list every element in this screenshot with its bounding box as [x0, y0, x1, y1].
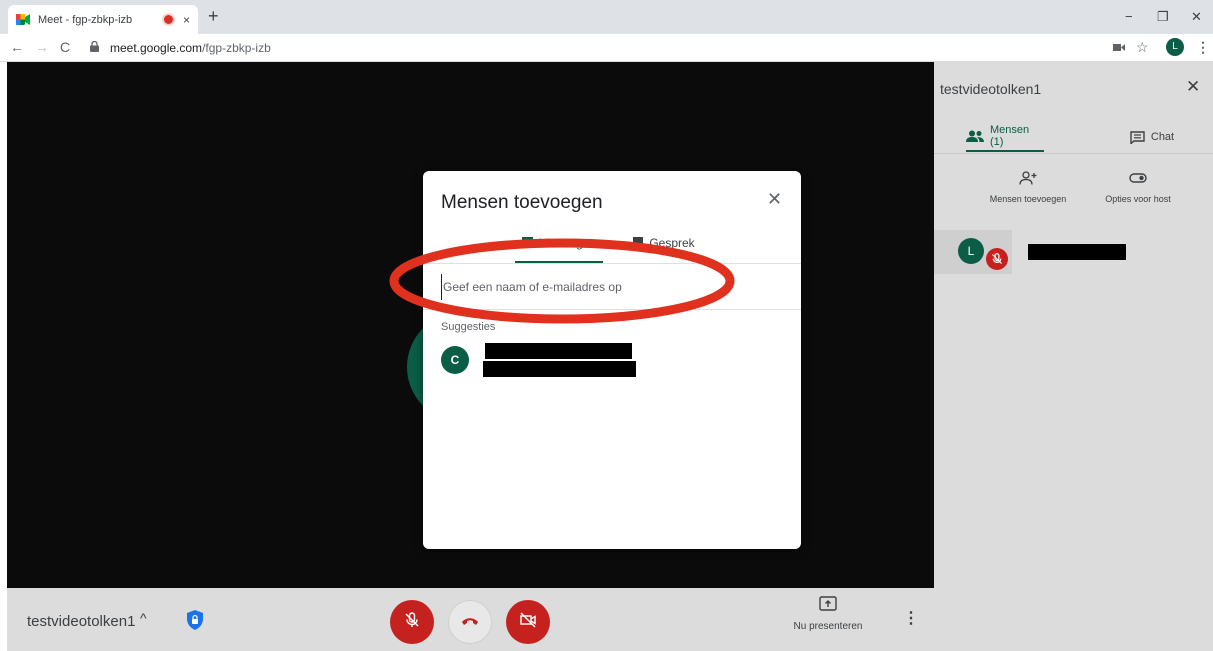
- camera-toggle-button[interactable]: [506, 600, 550, 644]
- suggestions-heading: Suggesties: [441, 321, 496, 333]
- participant-avatar-area: L: [934, 230, 1012, 274]
- microphone-toggle-button[interactable]: [390, 600, 434, 644]
- browser-tab-bar: Meet - fgp-zbkp-izb × + − ❐ ✕: [0, 0, 1213, 34]
- tab-invite[interactable]: Uitnodigen: [515, 235, 603, 263]
- add-person-icon: [988, 168, 1068, 188]
- reload-button[interactable]: C: [60, 39, 70, 55]
- panel-close-button[interactable]: ✕: [1186, 77, 1200, 97]
- kebab-menu-icon[interactable]: ⋮: [1196, 39, 1210, 56]
- people-icon: [966, 130, 984, 142]
- tab-people-label: Mensen (1): [990, 124, 1030, 148]
- tab-people[interactable]: Mensen (1): [966, 122, 1044, 152]
- shield-icon[interactable]: [185, 609, 205, 631]
- dialog-divider: [423, 309, 801, 310]
- tab-call[interactable]: Gesprek: [619, 235, 709, 263]
- mic-muted-icon: [986, 248, 1008, 270]
- person-icon: [521, 237, 533, 249]
- add-people-button[interactable]: Mensen toevoegen: [988, 168, 1068, 204]
- present-now-button[interactable]: Nu presenteren: [784, 596, 872, 646]
- mic-off-icon: [404, 611, 420, 633]
- minimize-button[interactable]: −: [1125, 9, 1133, 24]
- camera-off-icon: [519, 612, 537, 633]
- add-people-label: Mensen toevoegen: [989, 194, 1067, 204]
- chat-icon: [1130, 130, 1145, 144]
- present-now-label: Nu presenteren: [793, 621, 863, 632]
- forward-button[interactable]: →: [35, 39, 49, 55]
- tab-title: Meet - fgp-zbkp-izb: [38, 13, 133, 26]
- side-panel: testvideotolken1 ✕ Mensen (1) Chat Mense…: [934, 62, 1213, 651]
- tab-close-icon[interactable]: ×: [183, 13, 190, 27]
- meeting-details-label[interactable]: testvideotolken1: [27, 613, 135, 630]
- chevron-up-icon[interactable]: ^: [140, 610, 147, 626]
- tab-chat-label: Chat: [1150, 131, 1175, 143]
- url-path: /fgp-zbkp-izb: [202, 41, 271, 55]
- camera-icon[interactable]: [1113, 41, 1125, 55]
- tab-invite-label: Uitnodigen: [538, 235, 597, 250]
- tab-call-label: Gesprek: [649, 235, 695, 250]
- meeting-control-bar: testvideotolken1 ^ Nu presenteren ⋮: [7, 588, 934, 651]
- recording-indicator-icon: [163, 15, 173, 24]
- add-people-dialog: Mensen toevoegen ✕ Uitnodigen Gesprek Su…: [423, 171, 801, 549]
- lock-icon: [90, 40, 102, 55]
- participant-name-redacted: [1028, 244, 1126, 260]
- panel-title: testvideotolken1: [940, 81, 1042, 97]
- participant-avatar: L: [958, 238, 984, 264]
- leave-call-button[interactable]: [448, 600, 492, 644]
- back-button[interactable]: ←: [10, 39, 24, 55]
- toggle-icon: [1098, 168, 1178, 188]
- url-field[interactable]: meet.google.com/fgp-zbkp-izb: [90, 37, 1090, 59]
- address-bar: ← → C meet.google.com/fgp-zbkp-izb ☆ L ⋮: [0, 34, 1213, 62]
- restore-button[interactable]: ❐: [1157, 9, 1169, 25]
- profile-avatar[interactable]: L: [1166, 38, 1184, 56]
- browser-tab[interactable]: Meet - fgp-zbkp-izb ×: [8, 5, 198, 34]
- star-icon[interactable]: ☆: [1136, 39, 1149, 56]
- dialog-divider: [423, 263, 801, 264]
- dialog-close-button[interactable]: ✕: [767, 189, 782, 210]
- host-options-button[interactable]: Opties voor host: [1098, 168, 1178, 204]
- window-close-button[interactable]: ✕: [1191, 9, 1202, 25]
- host-options-label: Opties voor host: [1105, 194, 1171, 204]
- dialog-title: Mensen toevoegen: [441, 192, 603, 213]
- invite-search-input[interactable]: [441, 274, 781, 300]
- present-screen-icon: [819, 596, 837, 616]
- suggestion-name-redacted: [485, 343, 632, 359]
- phone-icon: [633, 237, 644, 249]
- suggestion-avatar: C: [441, 346, 469, 374]
- url-host: meet.google.com: [110, 41, 203, 55]
- panel-divider: [934, 153, 1213, 154]
- suggestion-list-item[interactable]: C: [441, 343, 781, 383]
- suggestion-email-redacted: [483, 361, 636, 377]
- new-tab-button[interactable]: +: [208, 7, 219, 25]
- hang-up-icon: [461, 613, 479, 631]
- more-options-button[interactable]: ⋮: [903, 608, 919, 628]
- participant-list-item[interactable]: L: [934, 230, 1213, 276]
- meet-favicon-icon: [16, 14, 30, 25]
- tab-chat[interactable]: Chat: [1122, 122, 1182, 152]
